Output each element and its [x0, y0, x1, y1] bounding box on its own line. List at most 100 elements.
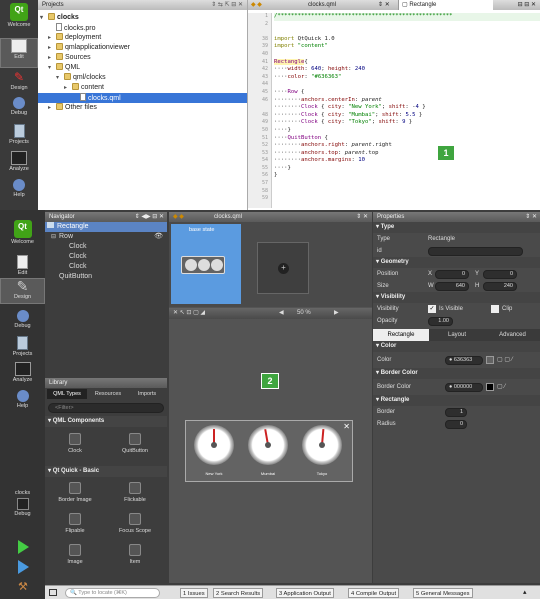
is-visible-checkbox[interactable]: ✓ — [428, 305, 436, 313]
zoom-up-icon[interactable]: ▶ — [334, 308, 339, 319]
nav-item-rectangle[interactable]: Rectangle — [45, 222, 167, 232]
mode-help[interactable]: Help — [0, 390, 45, 414]
mode-design[interactable]: ✎ Design — [0, 278, 45, 304]
library-item-flipable[interactable]: Flipable — [45, 513, 105, 534]
editor-file-name[interactable]: clocks.qml — [308, 0, 336, 10]
symbol-selector[interactable]: ▢ Rectangle — [398, 0, 493, 10]
nav-arrows[interactable]: ◆ ◆ — [251, 0, 262, 10]
nav-item-clock[interactable]: Clock — [45, 242, 167, 252]
tab-layout[interactable]: Layout — [429, 329, 485, 341]
library-item-quitbutton[interactable]: QuitButton — [105, 433, 165, 454]
border-color-field[interactable]: ● 000000 — [445, 383, 483, 392]
navigator-toolbar-icons[interactable]: ⇕ ◀▶ ⊟ ✕ — [135, 212, 164, 222]
tree-item-content[interactable]: ▸ content — [38, 83, 247, 93]
mode-analyze[interactable]: Analyze — [0, 362, 45, 386]
status-bar: 🔍 Type to locate (⌘K) 1 Issues 2 Search … — [45, 585, 540, 599]
base-state[interactable]: base state — [171, 224, 241, 304]
nav-item-quitbutton[interactable]: QuitButton — [45, 272, 167, 282]
nav-item-row[interactable]: ⊟ Row 👁 — [45, 232, 167, 242]
border-spinbox[interactable]: 1 — [445, 407, 467, 417]
tree-item-deployment[interactable]: ▸ deployment — [38, 33, 247, 43]
debug-run-icon[interactable] — [18, 560, 29, 574]
eye-icon[interactable]: 👁 — [154, 232, 163, 242]
mode-projects[interactable]: Projects — [0, 124, 38, 150]
mode-design[interactable]: ✎ Design — [0, 70, 38, 96]
zoom-down-icon[interactable]: ◀ — [279, 308, 284, 319]
mode-edit[interactable]: Edit — [0, 255, 45, 277]
library-filter-input[interactable]: <Filter> — [48, 403, 164, 413]
y-spinbox[interactable]: 0 — [483, 269, 517, 279]
locator-input[interactable]: 🔍 Type to locate (⌘K) — [65, 588, 160, 598]
help-icon — [16, 390, 29, 402]
library-item-focus-scope[interactable]: Focus Scope — [105, 513, 165, 534]
library-tab-qml-types[interactable]: QML Types — [47, 389, 87, 399]
component-icon — [129, 433, 141, 445]
canvas-rectangle[interactable]: ✕ New York Mumbai Tokyo — [185, 420, 353, 482]
library-item-flickable[interactable]: Flickable — [105, 482, 165, 503]
zoom-level[interactable]: 50 % — [297, 308, 311, 319]
width-spinbox[interactable]: 640 — [435, 281, 469, 291]
add-state-button[interactable]: + — [257, 242, 309, 294]
mode-welcome[interactable]: Qt Welcome — [0, 220, 45, 250]
nav-item-clock[interactable]: Clock — [45, 262, 167, 272]
mode-analyze[interactable]: Analyze — [0, 151, 38, 177]
library-tab-imports[interactable]: Imports — [128, 389, 166, 399]
library-pane: Library QML Types Resources Imports <Fil… — [45, 378, 167, 583]
radius-spinbox[interactable]: 0 — [445, 419, 467, 429]
output-tab-general[interactable]: 5 General Messages — [413, 588, 473, 598]
library-item-border-image[interactable]: Border Image — [45, 482, 105, 503]
tab-advanced[interactable]: Advanced — [485, 329, 540, 341]
projects-toolbar-icons[interactable]: ⇕ ⇆ ⇱ ⊟ ✕ — [211, 0, 243, 10]
color-field[interactable]: ● 636363 — [445, 356, 483, 365]
library-section-basic[interactable]: ▾ Qt Quick - Basic — [45, 466, 167, 477]
color-mode-icons[interactable]: ▢ ▢ ⁄ — [497, 352, 513, 368]
tree-item-qml-clocks[interactable]: ▾ qml/clocks — [38, 73, 247, 83]
tree-item-sources[interactable]: ▸ Sources — [38, 53, 247, 63]
properties-header-icons[interactable]: ⇕ ✕ — [525, 212, 537, 222]
tree-item-other[interactable]: ▸ Other files — [38, 103, 247, 113]
tab-rectangle[interactable]: Rectangle — [373, 329, 429, 341]
build-icon[interactable]: ⚒ — [18, 580, 28, 593]
output-toggle-icon[interactable]: ▴ — [523, 588, 527, 596]
border-color-mode-icons[interactable]: ▢ ⁄ — [497, 379, 505, 395]
mode-help[interactable]: Help — [0, 179, 38, 205]
canvas-tool-icons[interactable]: ✕ ↖ ⊡ ▢ ◢ — [173, 308, 205, 319]
code-editor[interactable]: /***************************************… — [274, 13, 540, 208]
height-spinbox[interactable]: 240 — [483, 281, 517, 291]
output-tab-application[interactable]: 3 Application Output — [276, 588, 334, 598]
run-icon[interactable] — [18, 540, 29, 554]
output-tab-compile[interactable]: 4 Compile Output — [348, 588, 400, 598]
run-target-selector[interactable]: clocks Debug — [0, 490, 45, 528]
output-tab-issues[interactable]: 1 Issues — [180, 588, 208, 598]
border-color-swatch[interactable] — [486, 383, 494, 391]
folder-icon — [56, 53, 63, 60]
output-tab-search[interactable]: 2 Search Results — [213, 588, 264, 598]
sidebar-toggle-icon[interactable] — [49, 589, 57, 596]
tree-item-qml[interactable]: ▾ QML — [38, 63, 247, 73]
split-icon[interactable]: ⊟ ⊟ ✕ — [518, 0, 536, 10]
id-field[interactable] — [428, 246, 523, 256]
mode-welcome[interactable]: Qt Welcome — [0, 3, 38, 37]
library-item-image[interactable]: Image — [45, 544, 105, 565]
file-dropdown-icon[interactable]: ⇕ ✕ — [378, 0, 390, 10]
mode-projects[interactable]: Projects — [0, 336, 45, 360]
close-icon[interactable]: ⇕ ✕ — [356, 212, 368, 222]
mode-debug[interactable]: Debug — [0, 310, 45, 334]
tree-item-clocks[interactable]: ▾ clocks — [38, 13, 247, 23]
tree-item-pro[interactable]: clocks.pro — [38, 23, 247, 33]
quit-button-icon[interactable]: ✕ — [343, 422, 350, 431]
clip-checkbox[interactable] — [491, 305, 499, 313]
opacity-spinbox[interactable]: 1.00 — [428, 316, 453, 326]
library-tab-resources[interactable]: Resources — [88, 389, 128, 399]
color-swatch[interactable] — [486, 356, 494, 364]
tree-item-viewer[interactable]: ▸ qmlapplicationviewer — [38, 43, 247, 53]
library-item-clock[interactable]: Clock — [45, 433, 105, 454]
mode-edit[interactable]: Edit — [0, 38, 38, 68]
nav-item-clock[interactable]: Clock — [45, 252, 167, 262]
mode-debug[interactable]: Debug — [0, 97, 38, 123]
library-section-components[interactable]: ▾ QML Components — [45, 416, 167, 427]
form-file-name[interactable]: clocks.qml — [214, 212, 242, 222]
tree-item-clocks-qml[interactable]: clocks.qml — [38, 93, 247, 103]
library-item-item[interactable]: Item — [105, 544, 165, 565]
x-spinbox[interactable]: 0 — [435, 269, 469, 279]
